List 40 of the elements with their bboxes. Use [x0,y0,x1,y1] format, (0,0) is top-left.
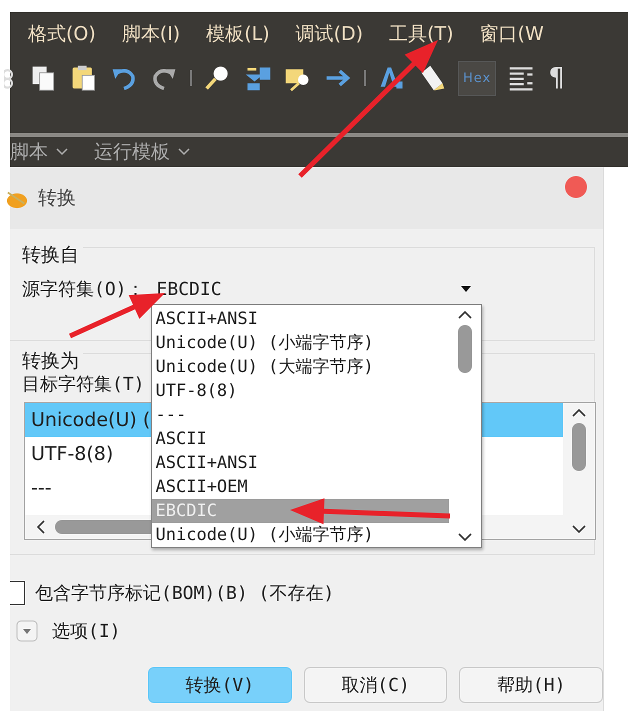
dialog-button[interactable]: 转换(V) [148,667,292,703]
dropdown-option[interactable]: UTF-8(8) [152,379,449,403]
dropdown-option[interactable]: ASCII+OEM [152,475,449,499]
toolbar-button[interactable]: ¶ [548,63,565,93]
dropdown-option[interactable]: ASCII+ANSI [152,307,449,331]
dropdown-option[interactable]: Unicode(U) (大端字节序) [152,355,449,379]
options-label: 选项(I) [52,620,121,643]
menu-item[interactable]: 脚本(I) [122,21,180,47]
dropdown-option[interactable]: ASCII+ANSI [152,451,449,475]
menu-item[interactable]: 工具(T) [389,21,454,47]
menu-item[interactable]: 格式(O) [28,21,96,47]
dropdown-option[interactable]: Unicode(U) (小端字节序) [152,331,449,355]
dialog-button[interactable]: 取消(C) [304,667,448,703]
scrollbar[interactable] [563,403,595,539]
checkbox-label: 包含字节序标记(BOM)(B) (不存在) [35,582,334,605]
menu-item[interactable]: 调试(D) [296,21,364,47]
chevron-down-icon[interactable] [572,525,586,533]
scrollbar[interactable] [448,305,481,547]
menu-item[interactable]: 运行模板 [94,139,170,165]
paste-icon[interactable] [70,63,98,93]
field-label: 目标字符集(T) [21,373,145,396]
chevron-up-icon[interactable] [572,409,586,417]
dropdown-option[interactable]: ASCII [152,427,449,451]
close-button[interactable] [565,176,587,198]
chevron-left-icon[interactable] [37,520,45,534]
menu-item[interactable]: 窗口(W [480,21,544,47]
dropdown-arrow-icon[interactable] [460,286,471,292]
scroll-thumb[interactable] [572,423,586,471]
dropdown-option[interactable]: --- [152,403,449,427]
field-label: 源字符集(O)： [22,278,145,301]
dialog-title: 转换 [38,186,76,211]
chevron-up-icon[interactable] [458,311,472,319]
expand-icon[interactable] [16,620,38,642]
menu-item[interactable]: 脚本 [10,139,48,165]
chevron-down-icon[interactable] [458,533,472,541]
menu-item[interactable]: 模板(L) [206,21,270,47]
dialog-button[interactable]: 帮助(H) [459,667,604,703]
checkbox[interactable] [10,581,25,605]
dropdown-option[interactable]: Unicode(U) (小端字节序) [152,523,449,547]
scroll-thumb[interactable] [458,325,472,373]
